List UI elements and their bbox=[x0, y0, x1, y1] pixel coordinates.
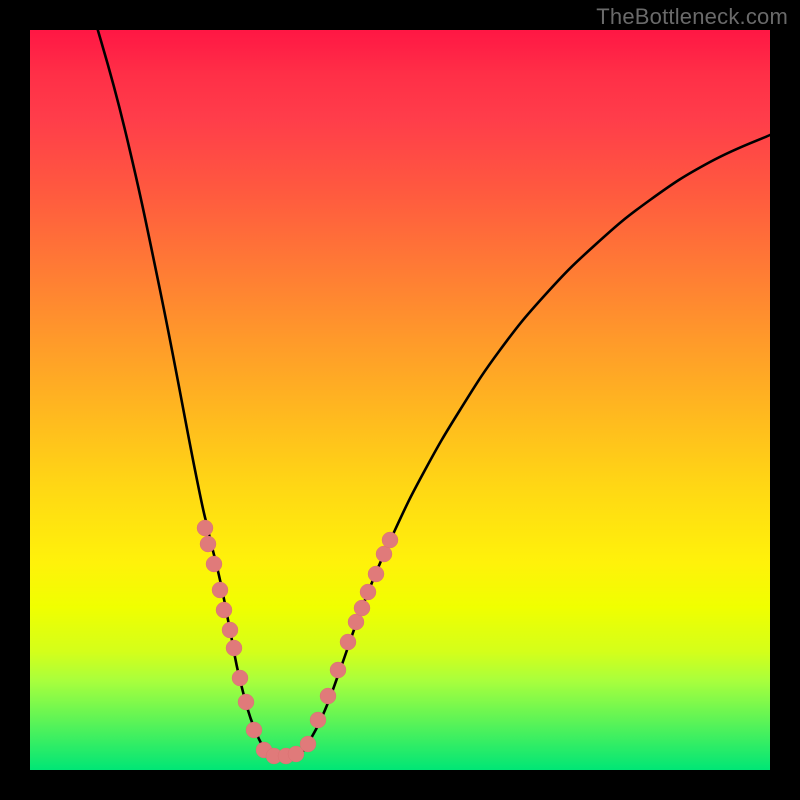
chart-frame: TheBottleneck.com bbox=[0, 0, 800, 800]
data-dot bbox=[216, 602, 232, 618]
data-dot bbox=[200, 536, 216, 552]
chart-svg bbox=[30, 30, 770, 770]
data-dot bbox=[354, 600, 370, 616]
data-dot bbox=[382, 532, 398, 548]
data-dot bbox=[300, 736, 316, 752]
data-dot bbox=[197, 520, 213, 536]
data-dot bbox=[340, 634, 356, 650]
data-dot bbox=[222, 622, 238, 638]
data-dot bbox=[206, 556, 222, 572]
data-dot bbox=[212, 582, 228, 598]
data-dot bbox=[360, 584, 376, 600]
data-dot bbox=[320, 688, 336, 704]
data-dot bbox=[330, 662, 346, 678]
bottleneck-curve bbox=[95, 30, 770, 757]
data-dot bbox=[238, 694, 254, 710]
data-dot bbox=[232, 670, 248, 686]
data-dot bbox=[376, 546, 392, 562]
scatter-dots bbox=[197, 520, 398, 764]
data-dot bbox=[368, 566, 384, 582]
data-dot bbox=[226, 640, 242, 656]
watermark-text: TheBottleneck.com bbox=[596, 4, 788, 30]
data-dot bbox=[310, 712, 326, 728]
data-dot bbox=[246, 722, 262, 738]
data-dot bbox=[348, 614, 364, 630]
plot-area bbox=[30, 30, 770, 770]
